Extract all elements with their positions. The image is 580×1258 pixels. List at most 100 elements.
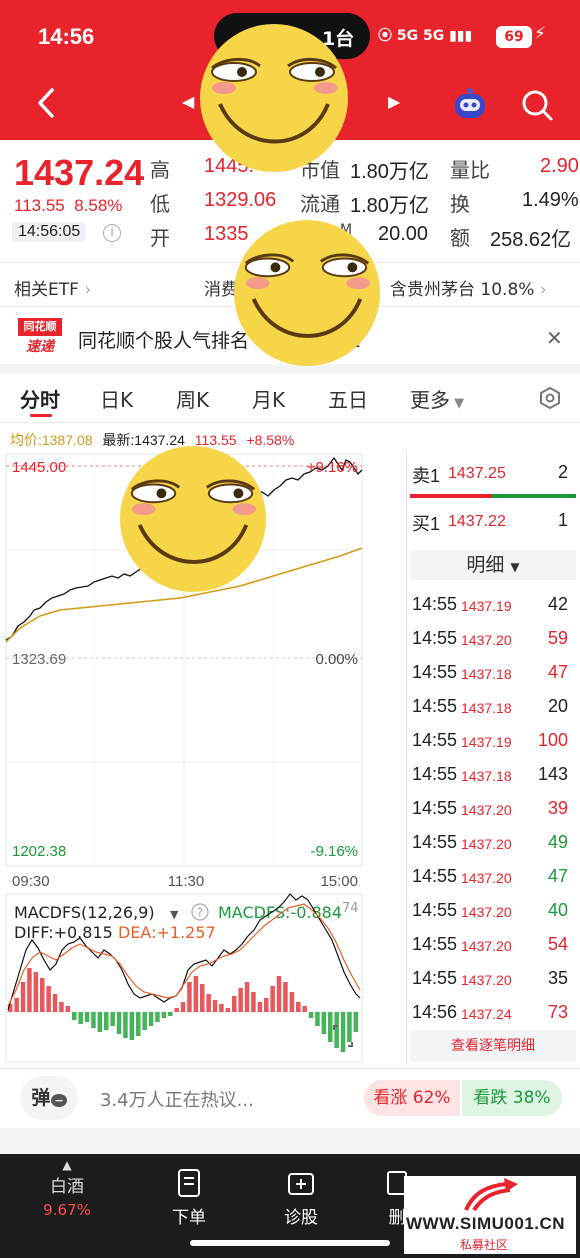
watermark-logo bbox=[464, 1178, 518, 1212]
trade-volume: 39 bbox=[547, 798, 568, 818]
macd-bar bbox=[251, 992, 256, 1012]
change-abs: 113.55 bbox=[14, 196, 65, 215]
trade-price: 1437.20 bbox=[461, 904, 512, 920]
macd-bar bbox=[296, 1002, 301, 1012]
watermark-sub: 私募社区 bbox=[460, 1238, 509, 1252]
divider bbox=[0, 1068, 580, 1069]
prev-stock-icon[interactable]: ◀ bbox=[182, 92, 194, 111]
value-amount: 258.62亿 bbox=[490, 229, 572, 251]
network-label: 5G 5G bbox=[396, 28, 445, 44]
trade-time: 14:55 bbox=[412, 832, 458, 852]
trade-price: 1437.19 bbox=[461, 598, 512, 614]
trade-volume: 47 bbox=[547, 662, 568, 682]
order-book: 卖1 1437.25 2 买1 1437.22 1 明细 ▼ 14:55 1437… bbox=[406, 450, 576, 1070]
trade-volume: 35 bbox=[547, 968, 568, 988]
macd-bar bbox=[27, 968, 32, 1012]
macd-bar bbox=[91, 1012, 96, 1028]
tab-monthly-k[interactable]: 月K bbox=[252, 384, 285, 413]
macd-bar bbox=[328, 1012, 333, 1042]
bullish-vote-button[interactable]: 看涨 62% bbox=[364, 1080, 460, 1116]
macd-bar bbox=[116, 1012, 122, 1034]
etf-holding[interactable]: 含贵州茅台 10.8% › bbox=[390, 275, 547, 300]
macd-bar bbox=[315, 1012, 320, 1026]
macd-bar bbox=[20, 982, 26, 1012]
bid-strength-bar bbox=[492, 494, 576, 498]
comment-input-prompt[interactable]: 3.4万人正在热议... bbox=[100, 1086, 254, 1112]
tab-more-label: 更多 bbox=[410, 388, 450, 412]
macd-bar bbox=[174, 1008, 179, 1012]
diagnose-label: 诊股 bbox=[284, 1208, 318, 1228]
macd-bar bbox=[193, 976, 199, 1012]
label-amount: 额 bbox=[450, 226, 470, 250]
emoji-sticker bbox=[119, 445, 267, 593]
status-time: 14:56 bbox=[38, 24, 95, 49]
related-etf-link[interactable]: 相关ETF › bbox=[14, 275, 91, 300]
macd-diff: DIFF:+0.815 bbox=[14, 923, 113, 942]
macd-bar bbox=[180, 1002, 186, 1012]
trade-price: 1437.20 bbox=[461, 938, 512, 954]
trade-time: 14:55 bbox=[412, 696, 458, 716]
robot-assistant-icon[interactable] bbox=[452, 86, 488, 122]
detail-dropdown[interactable]: 明细 ▼ bbox=[410, 550, 576, 580]
x-axis-label-open: 09:30 bbox=[12, 873, 50, 890]
location-icon: ⦿ bbox=[378, 28, 392, 44]
tab-daily-k[interactable]: 日K bbox=[100, 384, 133, 413]
tab-intraday[interactable]: 分时 bbox=[20, 384, 60, 413]
search-icon[interactable] bbox=[520, 88, 554, 122]
trade-volume: 59 bbox=[547, 628, 568, 648]
trade-time: 14:55 bbox=[412, 594, 458, 614]
bid-volume: 1 bbox=[557, 510, 568, 530]
charging-icon: ⚡ bbox=[534, 24, 546, 44]
settings-icon[interactable] bbox=[538, 386, 562, 410]
macd-bar bbox=[136, 1012, 141, 1036]
view-all-trades-link[interactable]: 查看逐笔明细 bbox=[410, 1030, 576, 1062]
macd-bar bbox=[155, 1012, 160, 1022]
y-axis-top: 1445.00 bbox=[12, 459, 66, 476]
macd-bar bbox=[46, 986, 51, 1012]
place-order-button[interactable]: 下单 bbox=[144, 1168, 234, 1228]
help-icon-glyph: ? bbox=[197, 906, 203, 919]
home-indicator bbox=[190, 1240, 390, 1246]
price-change: 113.55 8.58% bbox=[14, 196, 122, 216]
macd-bar bbox=[219, 1004, 224, 1012]
macd-bar bbox=[212, 1000, 218, 1012]
trade-price: 1437.24 bbox=[461, 1006, 512, 1022]
trade-time: 14:55 bbox=[412, 764, 458, 784]
section-separator bbox=[0, 1128, 580, 1154]
macd-title: MACDFS(12,26,9) bbox=[14, 903, 155, 922]
order-icon bbox=[178, 1169, 200, 1197]
tab-more[interactable]: 更多 ▼ bbox=[410, 384, 464, 413]
macd-bar bbox=[283, 982, 288, 1012]
value-volume-ratio: 2.90 bbox=[540, 155, 579, 177]
macd-bar bbox=[104, 1012, 109, 1030]
stock-detail-screen: 14:56 1台 ⦿ 5G 5G ▮▮▮ 69 ⚡ ◀ ▶ 通 1437.24 … bbox=[0, 0, 580, 1258]
macd-bar bbox=[334, 1012, 339, 1048]
value-float-cap: 1.80万亿 bbox=[350, 195, 429, 217]
label-volume-ratio: 量比 bbox=[450, 158, 490, 182]
tab-weekly-k[interactable]: 周K bbox=[176, 384, 209, 413]
trade-time: 14:55 bbox=[412, 934, 458, 954]
bearish-vote-button[interactable]: 看跌 38% bbox=[462, 1080, 562, 1116]
next-stock-icon[interactable]: ▶ bbox=[388, 92, 400, 111]
trade-time: 14:55 bbox=[412, 866, 458, 886]
trade-time: 14:55 bbox=[412, 798, 458, 818]
macd-bar bbox=[353, 1012, 359, 1032]
order-label: 下单 bbox=[172, 1208, 206, 1228]
trade-volume: 54 bbox=[547, 934, 568, 954]
macd-bar bbox=[110, 1012, 115, 1026]
info-icon[interactable]: i bbox=[103, 224, 121, 242]
trade-price: 1437.20 bbox=[461, 632, 512, 648]
tab-five-day[interactable]: 五日 bbox=[328, 384, 368, 413]
back-icon[interactable] bbox=[34, 86, 60, 120]
ask-price: 1437.25 bbox=[448, 465, 506, 482]
danmu-toggle-button[interactable]: 弹 − bbox=[20, 1076, 78, 1120]
diagnose-stock-button[interactable]: 诊股 bbox=[256, 1168, 346, 1228]
y-axis-mid-pct: 0.00% bbox=[315, 651, 358, 668]
close-icon[interactable]: ✕ bbox=[546, 326, 563, 350]
sector-baijiu[interactable]: ▲ 白酒 9.67% bbox=[22, 1158, 112, 1219]
diagnose-icon bbox=[288, 1173, 314, 1195]
trade-price: 1437.20 bbox=[461, 972, 512, 988]
caret-down-icon: ▼ bbox=[510, 560, 520, 574]
watermark: WWW.SIMU001.CN 私募社区 bbox=[404, 1176, 576, 1254]
bid-price: 1437.22 bbox=[448, 513, 506, 530]
